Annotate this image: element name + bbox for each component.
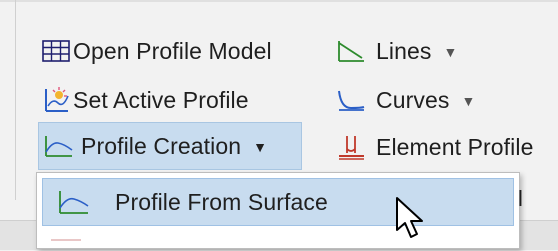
partial-label-text: l <box>518 186 523 211</box>
lines-dropdown-button[interactable]: Lines ▼ <box>334 34 457 68</box>
menu-item-label: Profile From Surface <box>115 188 328 215</box>
profile-creation-menu: Profile From Surface <box>36 172 520 249</box>
profile-creation-dropdown-button[interactable]: Profile Creation ▼ <box>38 122 302 170</box>
open-profile-model-button[interactable]: Open Profile Model <box>39 34 272 68</box>
ribbon-group-separator <box>15 0 16 200</box>
line-icon <box>334 34 368 68</box>
set-active-profile-label: Set Active Profile <box>73 86 249 113</box>
menu-item-profile-from-surface[interactable]: Profile From Surface <box>42 178 514 226</box>
element-profile-label: Element Profile <box>376 133 534 160</box>
mouse-cursor-icon <box>396 197 423 238</box>
element-profile-button[interactable]: Element Profile <box>334 130 533 164</box>
element-profile-icon <box>334 130 368 164</box>
curves-label: Curves <box>376 86 450 113</box>
ribbon-top-border <box>0 0 558 2</box>
open-profile-model-label: Open Profile Model <box>73 37 272 64</box>
curves-dropdown-button[interactable]: Curves ▼ <box>334 83 475 117</box>
chevron-down-icon: ▼ <box>443 44 458 60</box>
curve-icon <box>334 83 368 117</box>
profile-curve-icon <box>41 129 75 163</box>
set-active-profile-button[interactable]: Set Active Profile <box>39 83 249 117</box>
chevron-down-icon: ▼ <box>253 139 267 155</box>
profile-surface-icon <box>53 182 93 222</box>
profile-creation-label: Profile Creation <box>81 132 242 159</box>
menu-item-partial-icon <box>51 239 81 251</box>
lines-label: Lines <box>376 37 432 64</box>
grid-table-icon <box>39 34 73 68</box>
active-profile-icon <box>39 83 73 117</box>
chevron-down-icon: ▼ <box>461 93 476 109</box>
